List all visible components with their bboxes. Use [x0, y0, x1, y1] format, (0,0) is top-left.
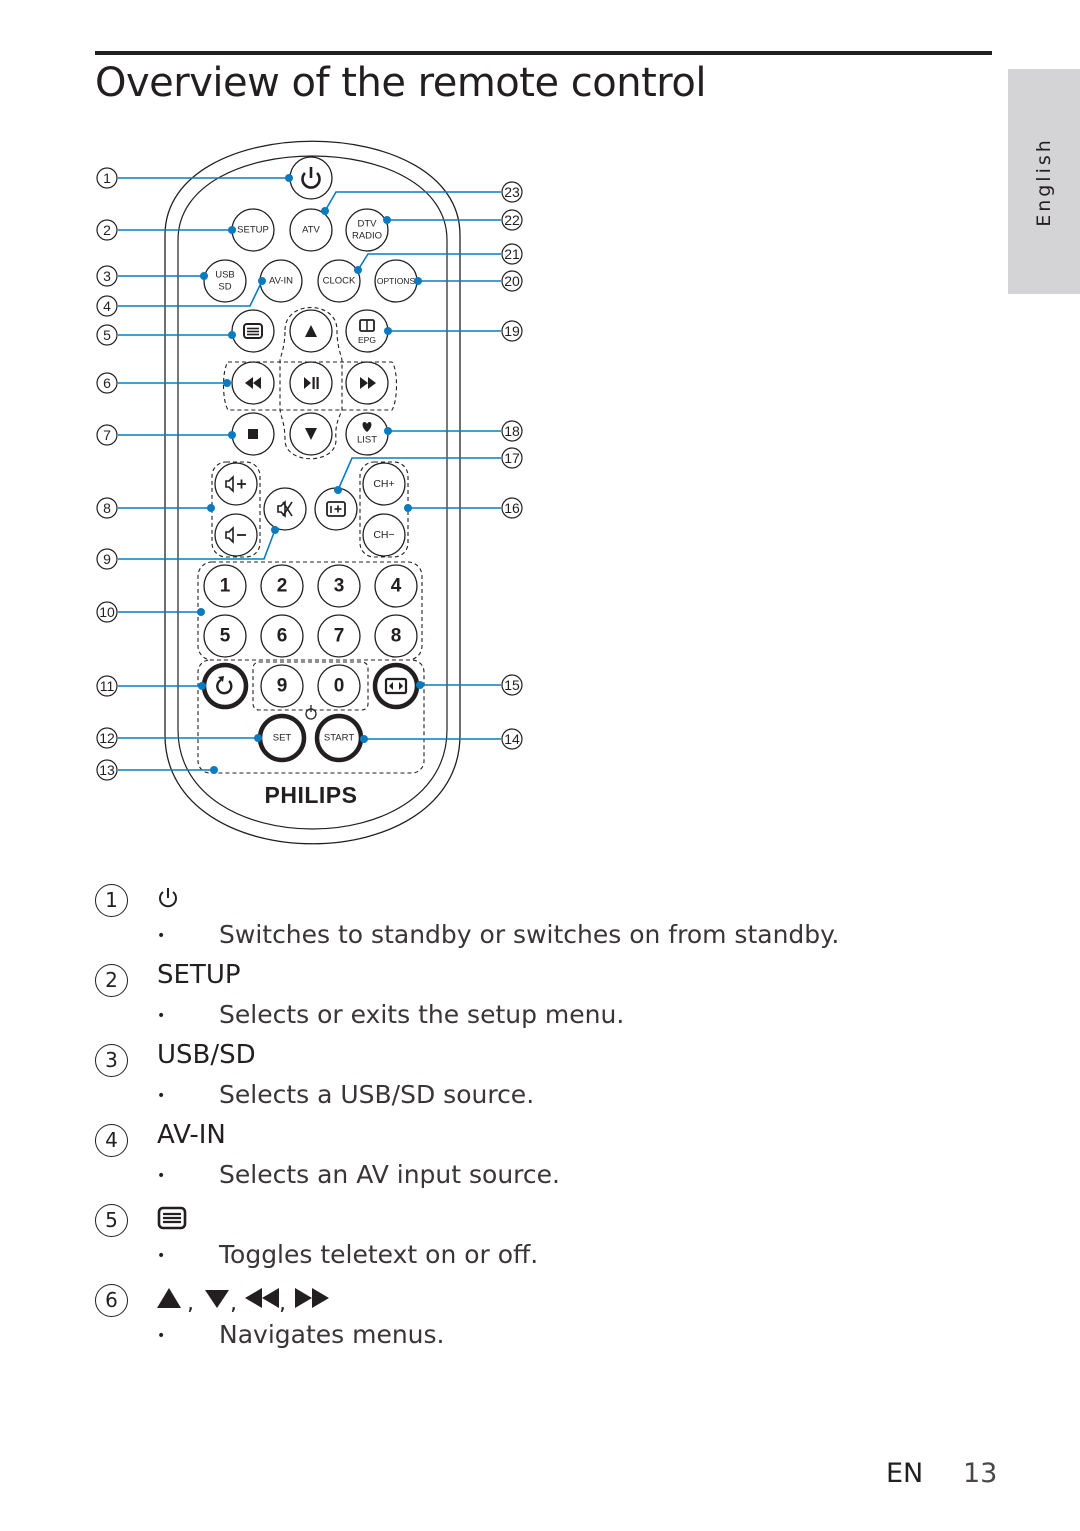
- digit-label: 0: [334, 676, 345, 697]
- item-number: 2: [95, 964, 128, 997]
- item-description: Navigates menus.: [219, 1320, 445, 1349]
- description-item: 5 • Toggles teletext on or off.: [95, 1196, 995, 1276]
- item-description: Selects or exits the setup menu.: [219, 1000, 625, 1029]
- power-icon: [157, 886, 179, 917]
- philips-logo: PHILIPS: [265, 782, 358, 808]
- item-description: Toggles teletext on or off.: [219, 1240, 539, 1269]
- sd-label: SD: [218, 282, 231, 293]
- callout-number-label: 2: [103, 222, 111, 238]
- callout-number-label: 15: [504, 677, 520, 693]
- item-key-label: AV-IN: [157, 1120, 226, 1150]
- list-label: LIST: [357, 435, 377, 446]
- callout-number-label: 17: [504, 450, 520, 466]
- bullet: •: [157, 1088, 166, 1104]
- epg-label: EPG: [358, 335, 376, 345]
- description-item: 4 AV-IN • Selects an AV input source.: [95, 1116, 995, 1196]
- item-key-label: SETUP: [157, 960, 241, 990]
- set-button-label: SET: [273, 733, 292, 744]
- svg-text:,: ,: [230, 1291, 237, 1312]
- start-button-label: START: [324, 733, 354, 744]
- bullet: •: [157, 1328, 166, 1344]
- callout-number-label: 12: [99, 730, 115, 746]
- digit-label: 3: [334, 576, 345, 597]
- callout-number-label: 22: [504, 212, 520, 228]
- item-number: 6: [95, 1284, 128, 1317]
- digit-label: 2: [277, 576, 288, 597]
- digit-label: 7: [334, 626, 345, 647]
- digit-label: 8: [391, 626, 402, 647]
- callout-number-label: 19: [504, 323, 520, 339]
- item-description: Selects an AV input source.: [219, 1160, 560, 1189]
- clock-button-label: CLOCK: [323, 276, 356, 287]
- digit-label: 9: [277, 676, 288, 697]
- bullet: •: [157, 1248, 166, 1264]
- back-button[interactable]: [201, 662, 249, 710]
- bullet: •: [157, 1008, 166, 1024]
- header-rule: [95, 51, 992, 55]
- svg-text:,: ,: [187, 1291, 194, 1312]
- setup-button-label: SETUP: [237, 225, 269, 236]
- description-item: 3 USB/SD • Selects a USB/SD source.: [95, 1036, 995, 1116]
- remote-control-diagram: .btn { fill: #fff; stroke: #231f20; stro…: [96, 140, 523, 845]
- item-description: Switches to standby or switches on from …: [219, 920, 840, 949]
- volume-down-button[interactable]: [214, 513, 258, 557]
- av-in-button-label: AV-IN: [269, 276, 293, 287]
- callout-number-label: 18: [504, 423, 520, 439]
- callout-number-label: 4: [103, 298, 111, 314]
- channel-down-label: CH−: [373, 529, 394, 541]
- description-item: 1 • Switches to standby or switches on fro…: [95, 876, 995, 956]
- callout-number-label: 3: [103, 268, 111, 284]
- radio-label: RADIO: [352, 231, 382, 242]
- callout-number-label: 14: [504, 731, 520, 747]
- bullet: •: [157, 1168, 166, 1184]
- stop-icon: [248, 429, 258, 439]
- dtv-label: DTV: [358, 219, 378, 230]
- callout-number-label: 11: [100, 678, 115, 694]
- digit-label: 4: [391, 576, 402, 597]
- item-key-label: USB/SD: [157, 1040, 256, 1070]
- callout-number-label: 7: [103, 427, 111, 443]
- callout-number-label: 13: [99, 762, 115, 778]
- navigation-arrows-icon: ,,,: [157, 1286, 337, 1319]
- channel-up-label: CH+: [373, 478, 394, 490]
- volume-up-button[interactable]: [214, 462, 258, 506]
- options-button-label: OPTIONS: [377, 276, 416, 286]
- page-number: 13: [963, 1458, 998, 1489]
- callout-number-label: 21: [504, 246, 520, 262]
- callout-number-label: 9: [103, 551, 111, 567]
- callout-number-label: 10: [99, 604, 115, 620]
- usb-label: USB: [215, 270, 235, 281]
- description-item: 2 SETUP • Selects or exits the setup menu.: [95, 956, 995, 1036]
- item-number: 1: [95, 884, 128, 917]
- atv-button-label: ATV: [302, 225, 320, 236]
- aspect-ratio-button[interactable]: [372, 662, 420, 710]
- callout-number-label: 23: [504, 184, 520, 200]
- digit-label: 5: [220, 626, 231, 647]
- teletext-icon: [157, 1206, 187, 1237]
- callout-number-label: 1: [103, 170, 111, 186]
- item-number: 5: [95, 1204, 128, 1237]
- callout-number-label: 8: [103, 500, 111, 516]
- bullet: •: [157, 928, 166, 944]
- callout-number-label: 6: [103, 375, 111, 391]
- description-item: 6,,, • Navigates menus.: [95, 1276, 995, 1356]
- svg-text:,: ,: [279, 1291, 286, 1312]
- footer-language: EN: [886, 1458, 924, 1489]
- digit-label: 6: [277, 626, 288, 647]
- callout-number-label: 5: [103, 327, 111, 343]
- callout-number-label: 16: [504, 500, 520, 516]
- callout-number-label: 20: [504, 273, 520, 289]
- digit-label: 1: [220, 576, 231, 597]
- item-number: 3: [95, 1044, 128, 1077]
- item-number: 4: [95, 1124, 128, 1157]
- item-description: Selects a USB/SD source.: [219, 1080, 535, 1109]
